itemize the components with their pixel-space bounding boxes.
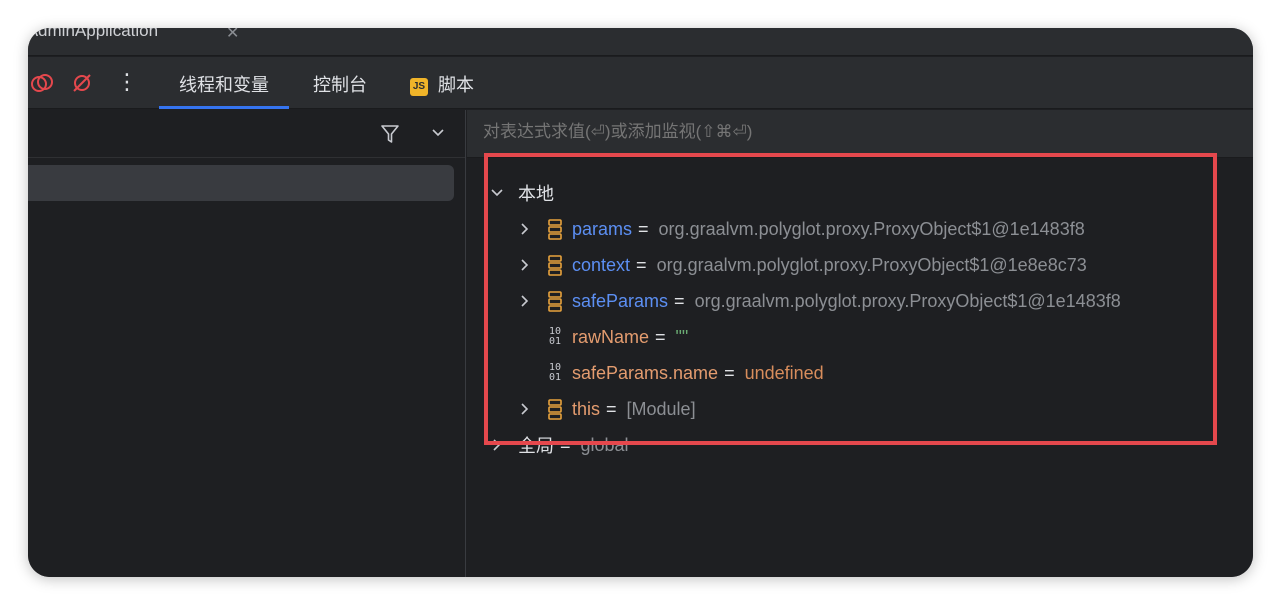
object-field-icon [548, 291, 562, 312]
variable-row[interactable]: 10 01 safeParams.name = undefined [518, 355, 824, 391]
object-field-icon [548, 219, 562, 240]
primitive-value-icon: 10 01 [548, 326, 562, 347]
variables-panel: 本地 params = org.graalvm.polyglot.proxy.P… [467, 110, 1253, 577]
frames-panel [28, 110, 466, 577]
group-label: 本地 [518, 184, 554, 204]
variable-row[interactable]: params = org.graalvm.polyglot.proxy.Prox… [518, 211, 1085, 247]
evaluate-bar [467, 110, 1253, 158]
chevron-right-icon[interactable] [518, 222, 532, 236]
variable-value: global [580, 434, 629, 455]
object-field-icon [548, 399, 562, 420]
variable-value: [Module] [626, 398, 696, 419]
debug-toolbar: ⋮ 线程和变量 控制台 JS 脚本 [28, 57, 1253, 109]
variable-name: safeParams [572, 290, 669, 311]
variable-name: context [572, 254, 631, 275]
editor-tab-bar: tAdminApplication ✕ [28, 28, 1253, 56]
tree-group-global[interactable]: 全局 = global [490, 427, 629, 463]
variable-name: rawName [572, 326, 650, 347]
mute-breakpoints-icon[interactable] [70, 71, 94, 95]
chevron-right-icon[interactable] [518, 294, 532, 308]
tab-title[interactable]: tAdminApplication [28, 28, 158, 41]
equals-sign: = [638, 218, 649, 239]
variable-name: safeParams.name [572, 362, 719, 383]
variable-value: org.graalvm.polyglot.proxy.ProxyObject$1… [694, 290, 1121, 311]
chevron-down-icon[interactable] [490, 186, 504, 200]
view-breakpoints-icon[interactable] [30, 71, 54, 95]
group-label: 全局 [518, 436, 554, 456]
tree-group-local[interactable]: 本地 [490, 175, 554, 211]
evaluate-expression-input[interactable] [483, 122, 1183, 142]
equals-sign: = [724, 362, 735, 383]
primitive-value-icon: 10 01 [548, 362, 562, 383]
js-file-icon: JS [410, 78, 428, 96]
variable-name: this [572, 398, 601, 419]
chevron-right-icon[interactable] [518, 258, 532, 272]
tab-label: 脚本 [438, 75, 474, 95]
filter-icon[interactable] [380, 123, 400, 145]
variable-row[interactable]: this = [Module] [518, 391, 696, 427]
variable-row[interactable]: context = org.graalvm.polyglot.proxy.Pro… [518, 247, 1087, 283]
chevron-right-icon[interactable] [518, 402, 532, 416]
debugger-window: tAdminApplication ✕ ⋮ 线程和变量 控制台 JS 脚本 对表… [28, 28, 1253, 577]
variable-value: undefined [744, 362, 824, 383]
object-field-icon [548, 255, 562, 276]
tab-label: 控制台 [313, 75, 367, 95]
equals-sign: = [674, 290, 685, 311]
tab-scripts[interactable]: JS 脚本 [410, 71, 474, 109]
equals-sign: = [560, 434, 571, 455]
variable-row[interactable]: safeParams = org.graalvm.polyglot.proxy.… [518, 283, 1121, 319]
tab-label: 线程和变量 [179, 75, 269, 95]
equals-sign: = [636, 254, 647, 275]
variable-value: "" [675, 326, 689, 347]
equals-sign: = [606, 398, 617, 419]
tab-close-icon[interactable]: ✕ [226, 28, 239, 43]
variable-name: params [572, 218, 633, 239]
tab-console[interactable]: 控制台 [313, 71, 367, 109]
more-options-icon[interactable]: ⋮ [116, 69, 138, 95]
variable-value: org.graalvm.polyglot.proxy.ProxyObject$1… [658, 218, 1085, 239]
equals-sign: = [655, 326, 666, 347]
selected-frame-row[interactable] [28, 165, 454, 201]
chevron-right-icon[interactable] [490, 438, 504, 452]
frames-header [28, 110, 465, 158]
chevron-down-icon[interactable] [431, 128, 445, 138]
tab-threads-variables[interactable]: 线程和变量 [159, 71, 289, 109]
variable-value: org.graalvm.polyglot.proxy.ProxyObject$1… [656, 254, 1087, 275]
variable-row[interactable]: 10 01 rawName = "" [518, 319, 688, 355]
